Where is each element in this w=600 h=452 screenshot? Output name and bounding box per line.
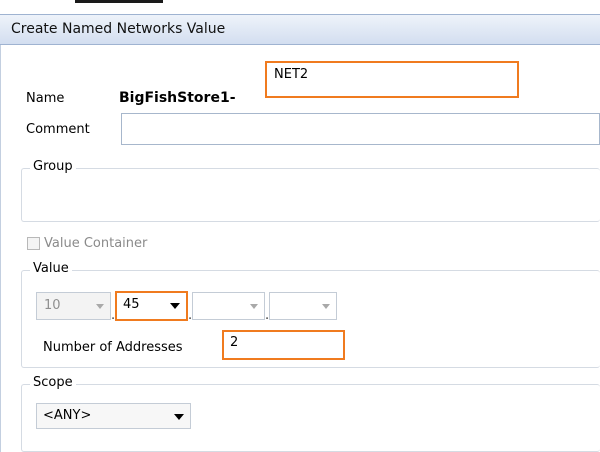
name-label: Name (26, 91, 65, 106)
value-container-label: Value Container (44, 236, 148, 251)
name-prefix: BigFishStore1- (119, 90, 236, 106)
top-strip (0, 0, 600, 14)
octet-2-value: 45 (123, 297, 140, 312)
dialog-title: Create Named Networks Value (11, 21, 226, 37)
top-strip-mark (75, 0, 163, 3)
octet-1-value: 10 (44, 298, 61, 313)
chevron-down-icon (174, 414, 184, 420)
name-input-value: NET2 (274, 67, 309, 82)
chevron-down-icon (322, 304, 330, 309)
octet-3-select[interactable] (192, 292, 265, 320)
comment-label: Comment (26, 122, 90, 137)
dialog-titlebar: Create Named Networks Value (0, 14, 600, 45)
number-of-addresses-input[interactable]: 2 (222, 330, 345, 360)
comment-input[interactable] (121, 113, 600, 145)
octet-2-select[interactable]: 45 (115, 291, 188, 321)
value-legend: Value (30, 261, 72, 276)
chevron-down-icon (250, 304, 258, 309)
group-legend: Group (30, 159, 76, 174)
name-input[interactable]: NET2 (265, 61, 519, 98)
value-container-checkbox[interactable] (27, 237, 40, 250)
scope-legend: Scope (30, 375, 76, 390)
number-of-addresses-value: 2 (230, 335, 239, 350)
scope-value: <ANY> (43, 408, 92, 423)
dialog-left-border (0, 45, 1, 452)
scope-select[interactable]: <ANY> (36, 403, 191, 429)
octet-4-select[interactable] (269, 292, 337, 320)
chevron-down-icon (96, 304, 104, 309)
number-of-addresses-label: Number of Addresses (43, 340, 183, 355)
chevron-down-icon (170, 303, 180, 309)
octet-1-select[interactable]: 10 (36, 292, 111, 320)
group-fieldset: Group (21, 159, 600, 222)
